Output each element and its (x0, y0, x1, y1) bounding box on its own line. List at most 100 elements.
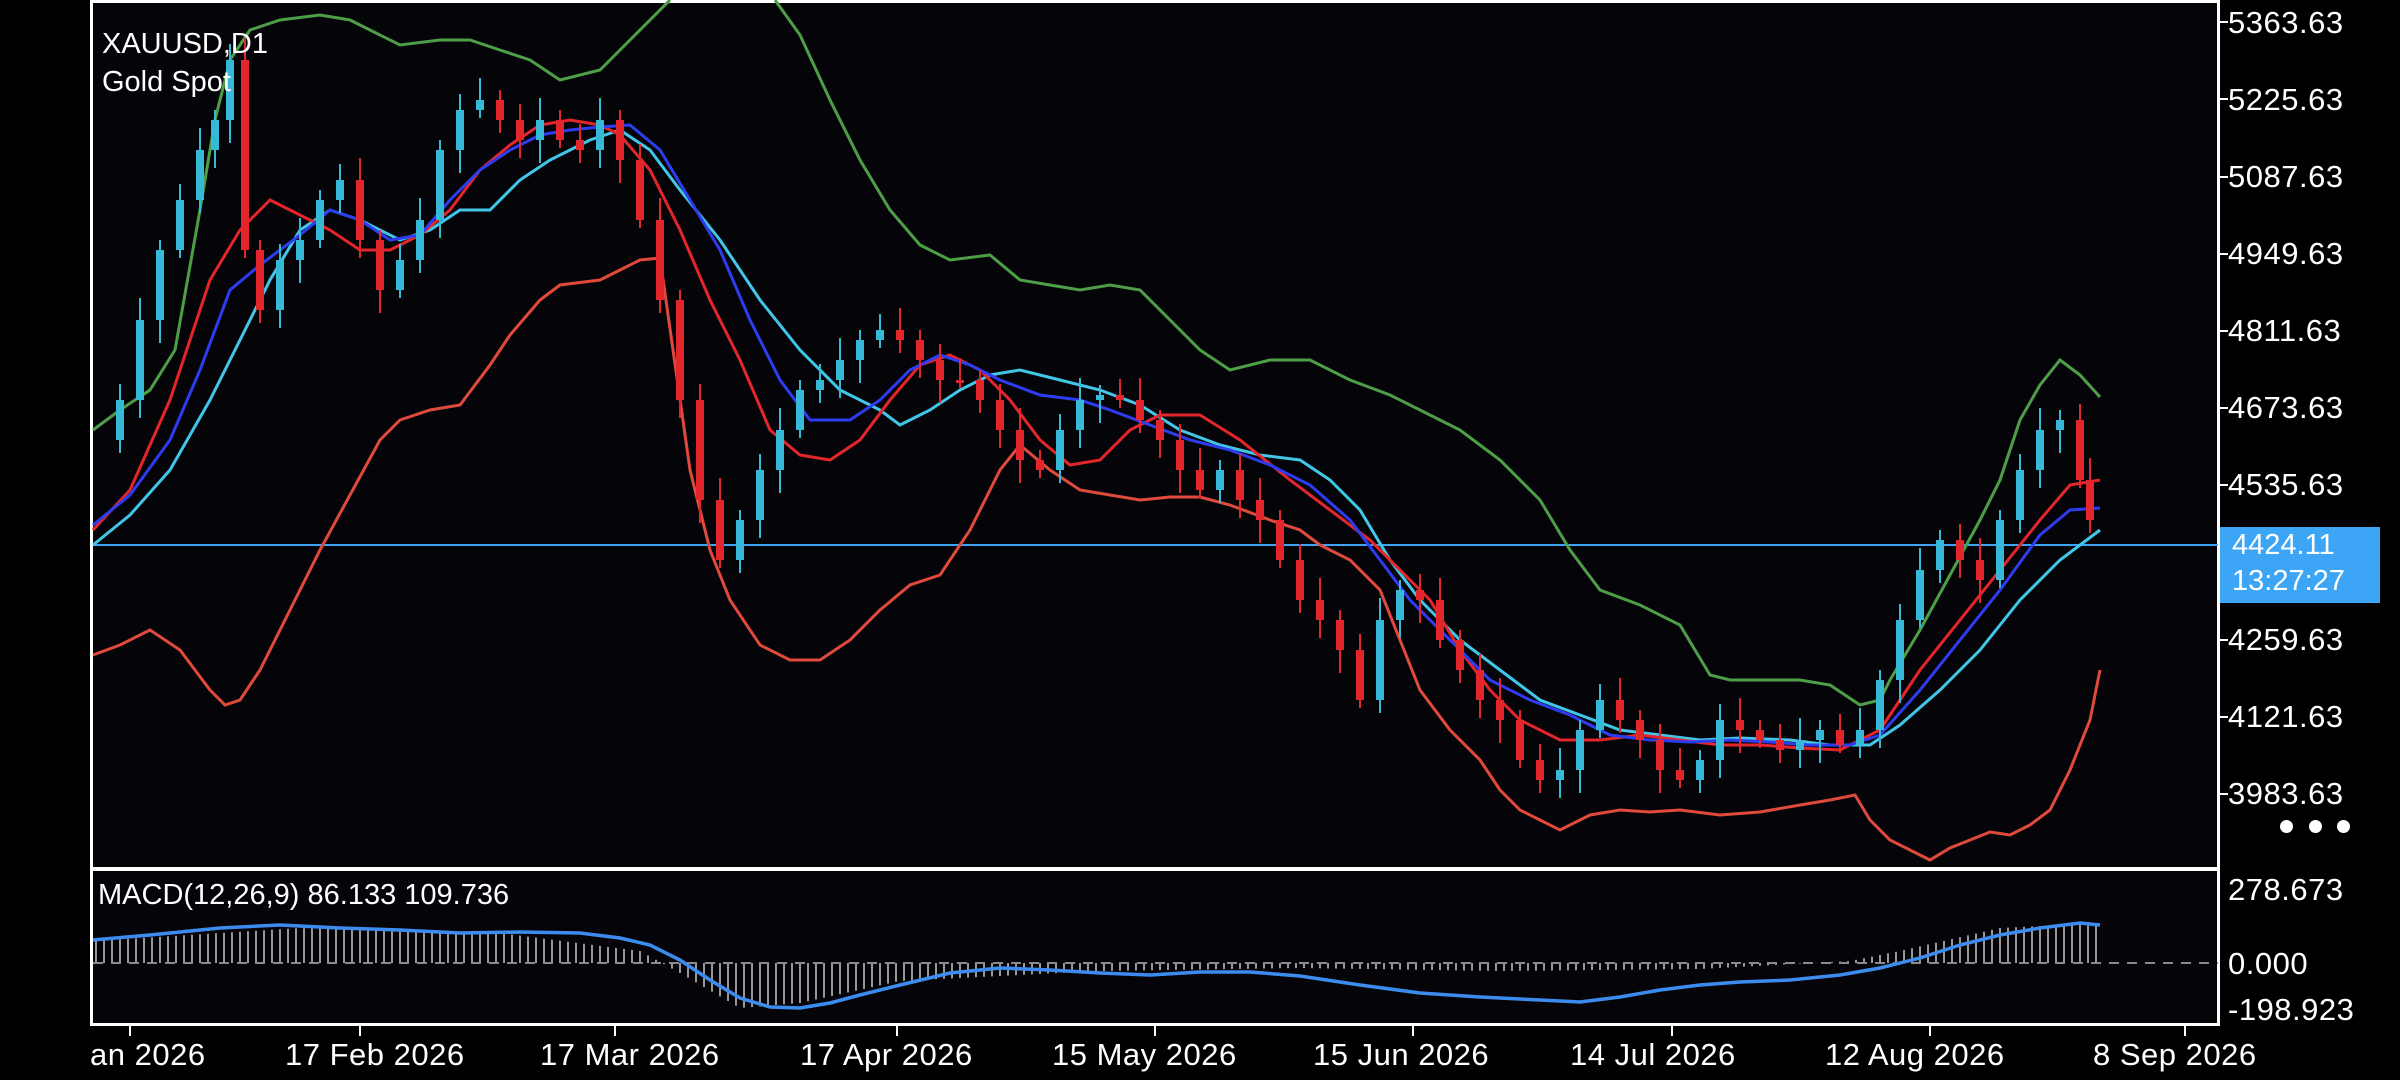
candle-body (156, 250, 164, 320)
candle-body (2036, 430, 2044, 470)
candle-body (736, 520, 744, 560)
candle-body (1416, 590, 1424, 600)
more-horizontal-icon[interactable] (2280, 812, 2350, 840)
candle-body (1536, 760, 1544, 780)
chart-canvas[interactable] (0, 0, 2400, 1080)
date-axis-ticks (129, 1026, 2186, 1036)
candle-body (576, 140, 584, 150)
candle-body (1396, 590, 1404, 620)
macd-axis-label: 278.673 (2228, 872, 2344, 907)
candle-body (776, 430, 784, 470)
candle-body (856, 340, 864, 360)
price-axis-label: 5225.63 (2228, 82, 2344, 117)
candle-body (1236, 470, 1244, 500)
candle-body (416, 220, 424, 260)
candle-body (136, 320, 144, 400)
macd-axis-label: -198.923 (2228, 992, 2355, 1027)
candle-body (836, 360, 844, 380)
menu-dot (2280, 819, 2293, 833)
price-axis-label: 5087.63 (2228, 159, 2344, 194)
candlestick-series (116, 38, 2094, 798)
candle-body (1016, 430, 1024, 460)
candle-body (1476, 670, 1484, 700)
candle-body (516, 120, 524, 140)
candle-body (1216, 470, 1224, 490)
candle-body (1456, 640, 1464, 670)
candle-body (1936, 540, 1944, 570)
candle-body (1036, 460, 1044, 470)
candle-body (1896, 620, 1904, 680)
candle-body (116, 400, 124, 440)
bar-countdown: 13:27:27 (2232, 565, 2345, 597)
candle-body (1656, 740, 1664, 770)
candle-body (596, 120, 604, 150)
macd-histogram (95, 923, 2097, 1008)
candle-body (536, 120, 544, 140)
candle-body (1076, 400, 1084, 430)
menu-dot (2337, 819, 2350, 833)
candle-body (296, 240, 304, 260)
candle-body (1596, 700, 1604, 730)
candle-body (1316, 600, 1324, 620)
candle-body (2086, 480, 2094, 520)
candle-body (1556, 770, 1564, 780)
candle-body (1736, 720, 1744, 730)
price-axis-label: 4673.63 (2228, 390, 2344, 425)
candle-body (1276, 520, 1284, 560)
current-price-badge: 4424.11 13:27:27 (2220, 527, 2380, 603)
candle-body (976, 380, 984, 400)
candle-body (276, 260, 284, 310)
current-price-value: 4424.11 (2232, 529, 2335, 561)
candle-body (1496, 700, 1504, 720)
candle-body (1056, 430, 1064, 470)
candle-body (676, 300, 684, 400)
menu-dot (2308, 819, 2322, 833)
date-axis-label: 15 Jun 2026 (1313, 1037, 1490, 1072)
date-axis-label: 17 Feb 2026 (285, 1037, 465, 1072)
date-axis-label: an 2026 (90, 1037, 206, 1072)
candle-body (1716, 720, 1724, 760)
candle-body (1776, 740, 1784, 750)
upper-band-line (92, 0, 2102, 707)
candle-body (916, 340, 924, 360)
price-axis-label: 4535.63 (2228, 467, 2344, 502)
date-axis-label: 14 Jul 2026 (1570, 1037, 1736, 1072)
price-axis-label: 4259.63 (2228, 622, 2344, 657)
candle-body (996, 400, 1004, 430)
lower-band-line (92, 256, 2102, 862)
candle-body (1296, 560, 1304, 600)
candle-body (636, 160, 644, 220)
candle-body (256, 250, 264, 310)
candle-body (616, 120, 624, 160)
candle-body (336, 180, 344, 200)
candle-body (556, 120, 564, 140)
date-axis-label: 8 Sep 2026 (2093, 1037, 2257, 1072)
candle-body (376, 240, 384, 290)
candle-body (496, 100, 504, 120)
candle-body (1996, 520, 2004, 580)
price-axis-ticks (2220, 21, 2228, 795)
candle-body (1816, 730, 1824, 740)
candle-body (1676, 770, 1684, 780)
candle-body (1956, 540, 1964, 560)
candle-body (956, 380, 964, 383)
candle-body (476, 100, 484, 110)
candle-body (176, 200, 184, 250)
date-axis-label: 15 May 2026 (1052, 1037, 1237, 1072)
candle-body (816, 380, 824, 390)
candle-body (1516, 720, 1524, 760)
candle-body (1576, 730, 1584, 770)
price-axis-label: 4949.63 (2228, 236, 2344, 271)
date-axis-label: 17 Apr 2026 (800, 1037, 973, 1072)
candle-body (1176, 440, 1184, 470)
candle-body (1256, 500, 1264, 520)
candle-body (2016, 470, 2024, 520)
candle-body (1796, 740, 1804, 750)
candle-body (211, 120, 219, 150)
symbol-description: Gold Spot (102, 66, 231, 98)
candle-body (796, 390, 804, 430)
candle-body (196, 150, 204, 200)
candle-body (356, 180, 364, 240)
candle-body (1136, 400, 1144, 420)
candle-body (396, 260, 404, 290)
